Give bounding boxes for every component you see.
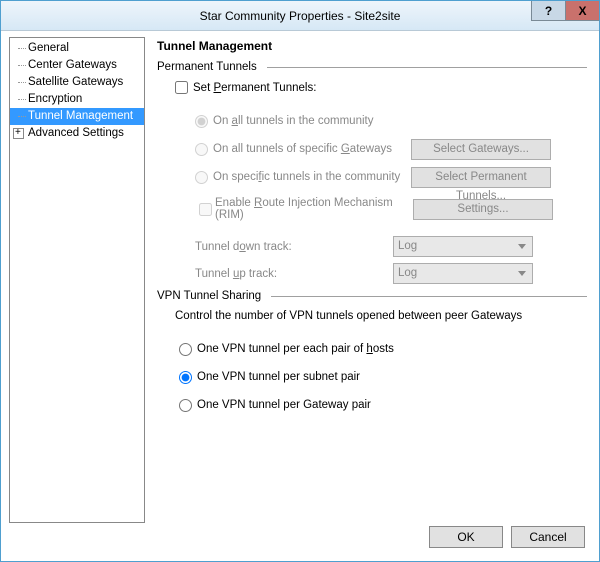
tunnel-up-select[interactable]: Log <box>393 263 533 284</box>
select-gateways-button[interactable]: Select Gateways... <box>411 139 551 160</box>
radio-all-tunnels[interactable] <box>195 115 208 128</box>
radio-row-gateway: One VPN tunnel per Gateway pair <box>179 394 587 416</box>
title-bar: Star Community Properties - Site2site ? … <box>1 1 599 31</box>
radio-per-gateway-label: One VPN tunnel per Gateway pair <box>197 399 371 411</box>
tunnel-up-label: Tunnel up track: <box>195 268 393 280</box>
section-label-sharing: VPN Tunnel Sharing <box>157 290 261 302</box>
main-panel: Tunnel Management Permanent Tunnels Set … <box>153 37 591 523</box>
radio-row-all: On all tunnels in the community <box>195 110 587 132</box>
radio-row-subnet: One VPN tunnel per subnet pair <box>179 366 587 388</box>
radio-per-subnet[interactable] <box>179 371 192 384</box>
vpn-sharing-form: Control the number of VPN tunnels opened… <box>157 310 587 426</box>
permanent-radio-group: On all tunnels in the community On all t… <box>175 100 587 230</box>
set-permanent-checkbox-row: Set Permanent Tunnels: <box>175 81 587 94</box>
category-tree[interactable]: General Center Gateways Satellite Gatewa… <box>9 37 145 523</box>
permanent-tunnels-section: Permanent Tunnels <box>157 61 587 73</box>
section-label: Permanent Tunnels <box>157 61 257 73</box>
tunnel-down-row: Tunnel down track: Log <box>175 236 587 257</box>
cancel-button[interactable]: Cancel <box>511 526 585 548</box>
divider <box>267 67 587 68</box>
page-title: Tunnel Management <box>157 39 587 53</box>
ok-button[interactable]: OK <box>429 526 503 548</box>
radio-specific-gateways[interactable] <box>195 143 208 156</box>
set-permanent-checkbox[interactable] <box>175 81 188 94</box>
tree-item-satellite-gateways[interactable]: Satellite Gateways <box>10 74 144 91</box>
radio-all-label: On all tunnels in the community <box>213 115 411 127</box>
close-button[interactable]: X <box>565 1 599 21</box>
tunnel-up-row: Tunnel up track: Log <box>175 263 587 284</box>
tree-item-center-gateways[interactable]: Center Gateways <box>10 57 144 74</box>
sharing-intro: Control the number of VPN tunnels opened… <box>175 310 587 322</box>
sharing-radio-group: One VPN tunnel per each pair of hosts On… <box>175 328 587 426</box>
vpn-sharing-section: VPN Tunnel Sharing <box>157 290 587 302</box>
tunnel-down-label: Tunnel down track: <box>195 241 393 253</box>
radio-specific-gw-label: On all tunnels of specific Gateways <box>213 143 411 155</box>
rim-row: Enable Route Injection Mechanism (RIM) S… <box>195 198 587 220</box>
radio-per-gateway[interactable] <box>179 399 192 412</box>
rim-checkbox[interactable] <box>199 203 212 216</box>
select-permanent-tunnels-button[interactable]: Select Permanent Tunnels... <box>411 167 551 188</box>
divider <box>271 296 587 297</box>
radio-row-specific-tun: On specific tunnels in the community Sel… <box>195 166 587 188</box>
radio-row-specific-gw: On all tunnels of specific Gateways Sele… <box>195 138 587 160</box>
radio-specific-tun-label: On specific tunnels in the community <box>213 171 411 183</box>
window-controls: ? X <box>531 1 599 21</box>
tree-item-general[interactable]: General <box>10 40 144 57</box>
tree-item-advanced-settings[interactable]: Advanced Settings <box>10 125 144 142</box>
window-title: Star Community Properties - Site2site <box>1 9 599 23</box>
radio-per-hosts[interactable] <box>179 343 192 356</box>
permanent-tunnels-form: Set Permanent Tunnels: On all tunnels in… <box>157 81 587 284</box>
radio-per-hosts-label: One VPN tunnel per each pair of hosts <box>197 343 394 355</box>
dialog-footer: OK Cancel <box>1 523 599 556</box>
rim-label: Enable Route Injection Mechanism (RIM) <box>215 197 413 221</box>
rim-settings-button[interactable]: Settings... <box>413 199 553 220</box>
radio-specific-tunnels[interactable] <box>195 171 208 184</box>
tree-item-tunnel-management[interactable]: Tunnel Management <box>10 108 144 125</box>
tree-item-encryption[interactable]: Encryption <box>10 91 144 108</box>
help-button[interactable]: ? <box>531 1 565 21</box>
radio-row-hosts: One VPN tunnel per each pair of hosts <box>179 338 587 360</box>
radio-per-subnet-label: One VPN tunnel per subnet pair <box>197 371 360 383</box>
content-area: General Center Gateways Satellite Gatewa… <box>1 31 599 523</box>
tunnel-down-select[interactable]: Log <box>393 236 533 257</box>
set-permanent-label: Set Permanent Tunnels: <box>193 82 316 94</box>
